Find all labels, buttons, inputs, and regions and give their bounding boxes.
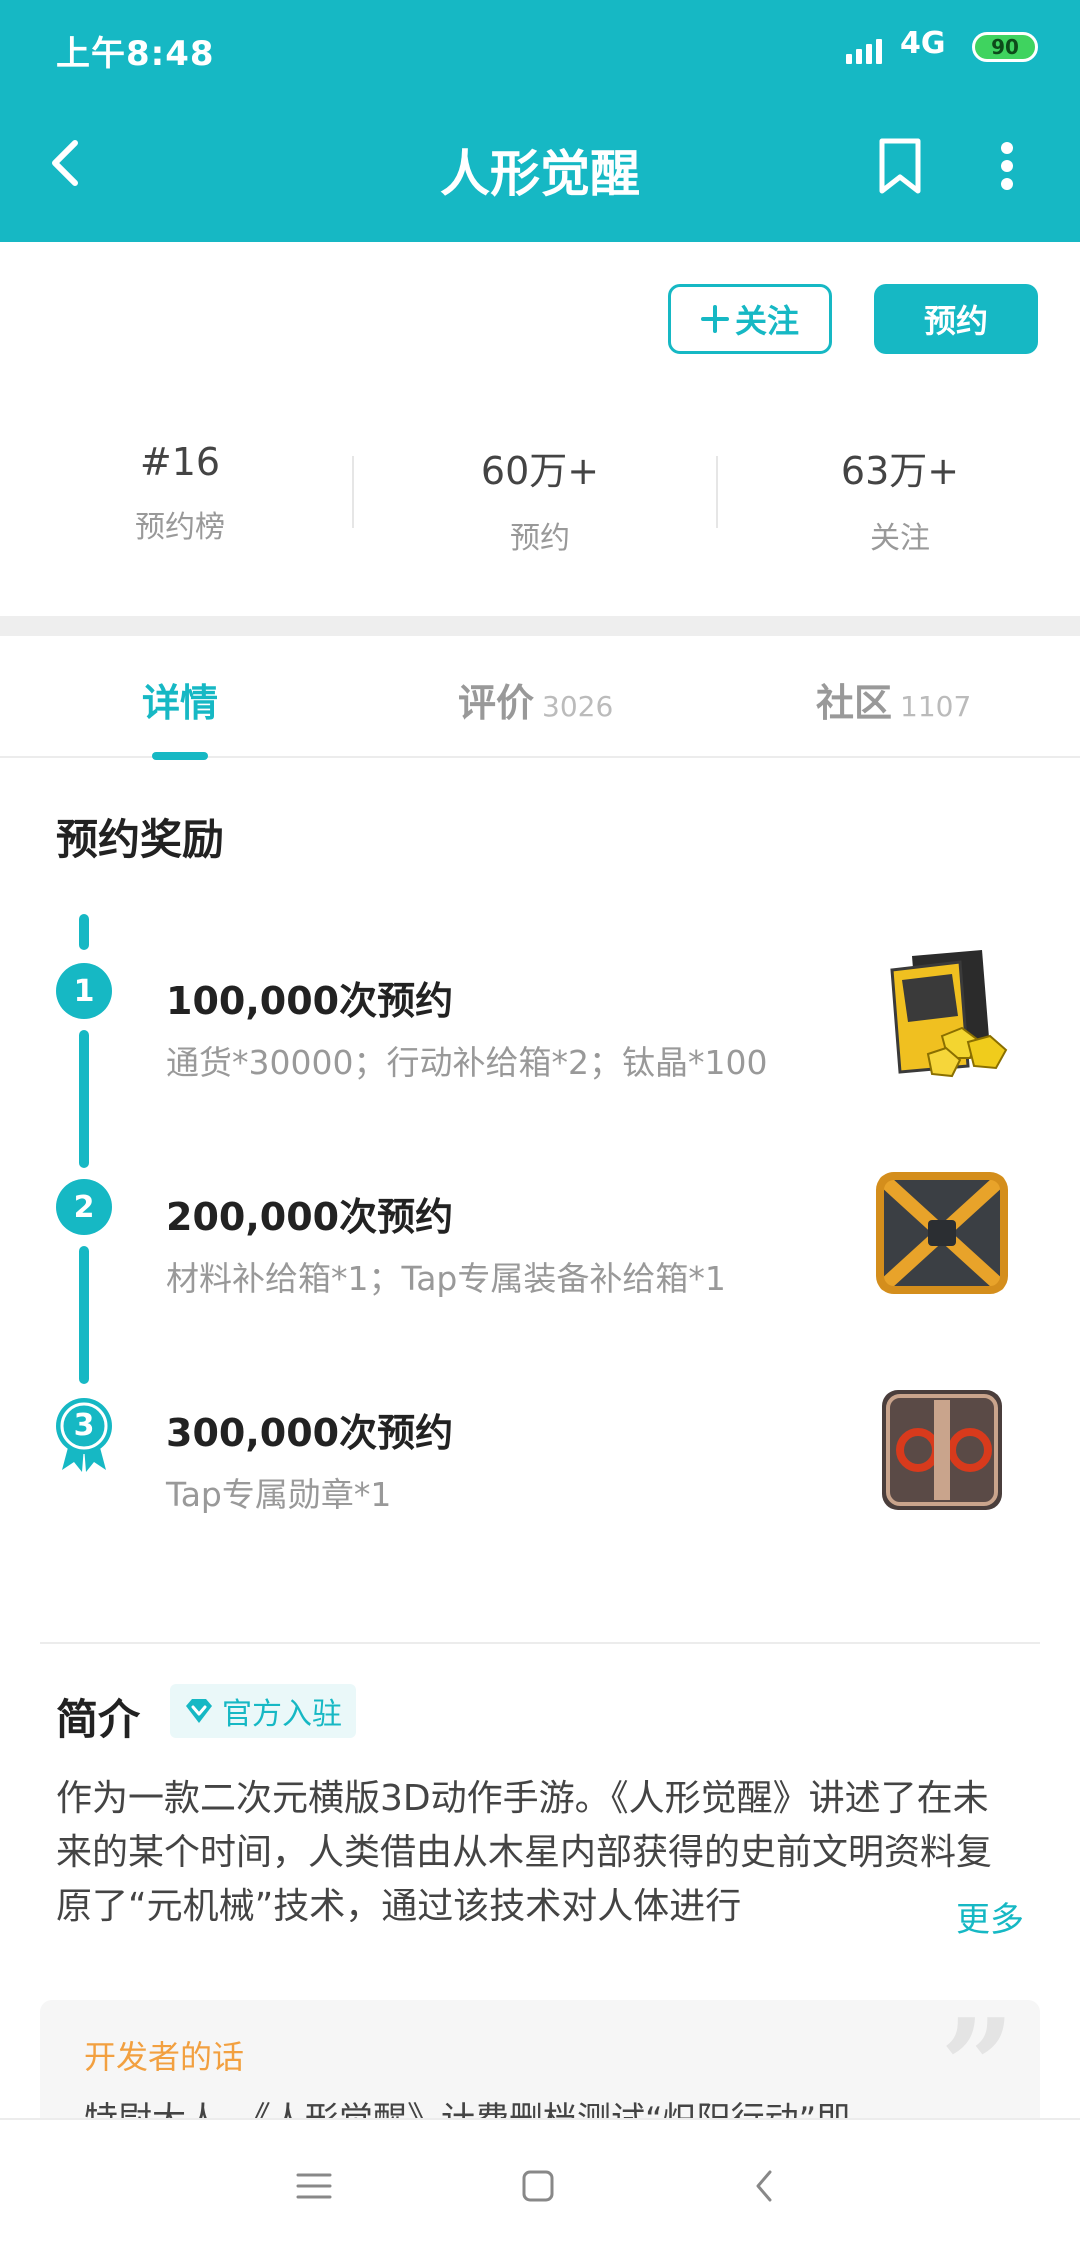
battery-icon: 90 bbox=[972, 32, 1038, 62]
reward-title: 200,000次预约 bbox=[166, 1195, 454, 1239]
stat-value: 63万+ bbox=[840, 449, 960, 493]
developer-title: 开发者的话 bbox=[84, 2038, 245, 2076]
tab-label: 社区 bbox=[816, 681, 893, 725]
reward-title: 300,000次预约 bbox=[166, 1411, 454, 1455]
stat-divider bbox=[352, 456, 354, 528]
more-vertical-icon bbox=[1001, 142, 1013, 190]
reward-image-currency-card bbox=[872, 946, 1012, 1086]
timeline-line bbox=[79, 1246, 89, 1384]
tab-reviews[interactable]: 评价 3026 bbox=[458, 672, 613, 727]
stat-followers: 63万+ 关注 bbox=[720, 440, 1080, 556]
timeline-step-2: 2 bbox=[56, 1179, 112, 1235]
rewards-title: 预约奖励 bbox=[56, 815, 225, 864]
stat-value: #16 bbox=[139, 440, 221, 484]
stat-label: 关注 bbox=[870, 521, 930, 556]
official-badge: 官方入驻 bbox=[170, 1684, 356, 1738]
stat-label: 预约 bbox=[510, 521, 570, 556]
tab-community[interactable]: 社区 1107 bbox=[816, 672, 971, 727]
battery-level: 90 bbox=[991, 35, 1019, 59]
home-button[interactable] bbox=[508, 2156, 568, 2216]
diamond-heart-icon bbox=[186, 1699, 212, 1723]
reserve-label: 预约 bbox=[923, 302, 988, 340]
tab-details[interactable]: 详情 bbox=[142, 672, 218, 727]
timeline-step-3: 3 bbox=[73, 1408, 95, 1443]
stat-rank[interactable]: #16 预约榜 bbox=[0, 440, 360, 550]
follow-button[interactable]: 关注 bbox=[668, 284, 832, 354]
reward-desc: Tap专属勋章*1 bbox=[166, 1475, 392, 1514]
stat-reservations: 60万+ 预约 bbox=[360, 440, 720, 556]
tab-label: 评价 bbox=[458, 681, 535, 725]
app-bar: 人形觉醒 bbox=[0, 100, 1080, 242]
tab-count: 3026 bbox=[542, 690, 614, 723]
section-divider bbox=[0, 616, 1080, 636]
more-link[interactable]: 更多 bbox=[952, 1892, 1024, 1941]
official-badge-label: 官方入驻 bbox=[222, 1697, 342, 1732]
signal-icon bbox=[846, 34, 886, 64]
reward-image-medal-box bbox=[872, 1378, 1012, 1518]
timeline-step-1: 1 bbox=[56, 963, 112, 1019]
timeline-line bbox=[79, 1030, 89, 1168]
stat-value: 60万+ bbox=[480, 449, 600, 493]
top-bar: 上午8:48 4G 90 人形觉醒 bbox=[0, 0, 1080, 242]
plus-icon bbox=[700, 305, 729, 333]
more-button[interactable] bbox=[982, 134, 1032, 198]
tab-indicator bbox=[152, 752, 208, 760]
bookmark-button[interactable] bbox=[870, 134, 930, 198]
home-square-icon bbox=[522, 2170, 554, 2202]
status-time: 上午8:48 bbox=[56, 34, 215, 74]
intro-title: 简介 bbox=[56, 1695, 141, 1744]
stats-row: #16 预约榜 60万+ 预约 63万+ 关注 bbox=[0, 440, 1080, 556]
reward-desc: 通货*30000；行动补给箱*2；钛晶*100 bbox=[166, 1043, 768, 1082]
medal-icon: 3 bbox=[52, 1396, 116, 1474]
stat-label: 预约榜 bbox=[135, 510, 225, 545]
tab-bar: 详情 评价 3026 社区 1107 bbox=[0, 636, 1080, 758]
menu-icon bbox=[296, 2173, 332, 2199]
tab-label: 详情 bbox=[142, 681, 219, 725]
reward-image-supply-box bbox=[872, 1162, 1012, 1302]
stat-divider bbox=[716, 456, 718, 528]
intro-fade bbox=[840, 1890, 960, 1944]
timeline-line bbox=[79, 914, 89, 950]
status-bar: 上午8:48 4G 90 bbox=[0, 0, 1080, 100]
nav-back-button[interactable] bbox=[734, 2156, 794, 2216]
reward-title: 100,000次预约 bbox=[166, 979, 454, 1023]
back-chevron-icon bbox=[756, 2170, 772, 2202]
reward-desc: 材料补给箱*1；Tap专属装备补给箱*1 bbox=[166, 1259, 726, 1298]
content-divider bbox=[40, 1642, 1040, 1644]
reserve-button[interactable]: 预约 bbox=[874, 284, 1038, 354]
menu-button[interactable] bbox=[284, 2156, 344, 2216]
system-nav-bar bbox=[0, 2118, 1080, 2248]
tab-count: 1107 bbox=[900, 690, 972, 723]
bookmark-icon bbox=[879, 138, 921, 194]
follow-label: 关注 bbox=[734, 302, 799, 340]
network-type: 4G bbox=[900, 26, 946, 61]
